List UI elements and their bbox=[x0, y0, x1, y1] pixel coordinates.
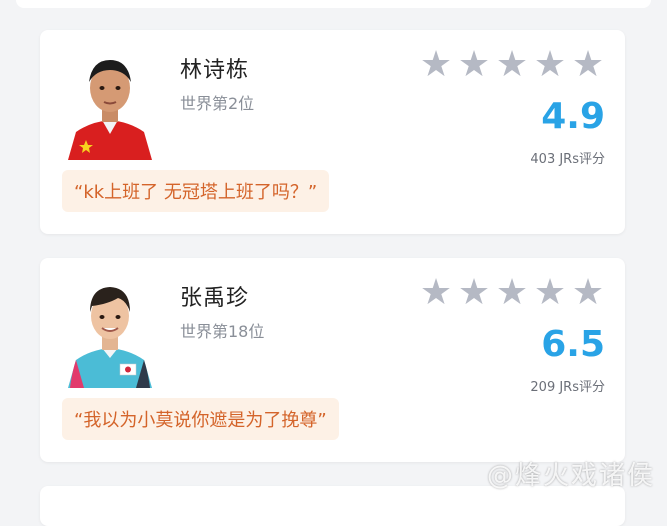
top-comment[interactable]: “我以为小莫说你遮是为了挽尊” bbox=[62, 398, 339, 440]
player-rating-card[interactable]: 张禹珍 世界第18位 ★ ★ ★ ★ ★ 6.5 209 JRs评分 “我以为小… bbox=[40, 258, 625, 462]
star-rating[interactable]: ★ ★ ★ ★ ★ bbox=[419, 47, 605, 83]
rating-count: 209 JRs评分 bbox=[530, 380, 605, 395]
player-avatar[interactable] bbox=[62, 48, 158, 160]
top-comment[interactable]: “kk上班了 无冠塔上班了吗？” bbox=[62, 170, 330, 212]
star-icon[interactable]: ★ bbox=[571, 275, 605, 311]
player-name: 林诗栋 bbox=[180, 58, 250, 83]
rating-count: 403 JRs评分 bbox=[530, 152, 605, 167]
top-strip bbox=[0, 0, 667, 30]
star-icon[interactable]: ★ bbox=[533, 47, 567, 83]
star-icon[interactable]: ★ bbox=[533, 275, 567, 311]
star-icon[interactable]: ★ bbox=[419, 47, 453, 83]
star-rating[interactable]: ★ ★ ★ ★ ★ bbox=[419, 275, 605, 311]
star-icon[interactable]: ★ bbox=[457, 275, 491, 311]
previous-card-edge bbox=[16, 0, 651, 8]
player-avatar[interactable] bbox=[62, 276, 158, 388]
player-name: 张禹珍 bbox=[180, 286, 250, 311]
star-icon[interactable]: ★ bbox=[571, 47, 605, 83]
player-score: 4.9 bbox=[541, 96, 605, 137]
player-world-rank: 世界第18位 bbox=[180, 322, 265, 341]
watermark: @烽火戏诸侯 bbox=[486, 461, 655, 491]
star-icon[interactable]: ★ bbox=[495, 47, 529, 83]
star-icon[interactable]: ★ bbox=[419, 275, 453, 311]
star-icon[interactable]: ★ bbox=[457, 47, 491, 83]
player-rating-card[interactable] bbox=[40, 486, 625, 526]
player-world-rank: 世界第2位 bbox=[180, 94, 255, 113]
player-rating-card[interactable]: 林诗栋 世界第2位 ★ ★ ★ ★ ★ 4.9 403 JRs评分 “kk上班了… bbox=[40, 30, 625, 234]
player-score: 6.5 bbox=[541, 324, 605, 365]
star-icon[interactable]: ★ bbox=[495, 275, 529, 311]
